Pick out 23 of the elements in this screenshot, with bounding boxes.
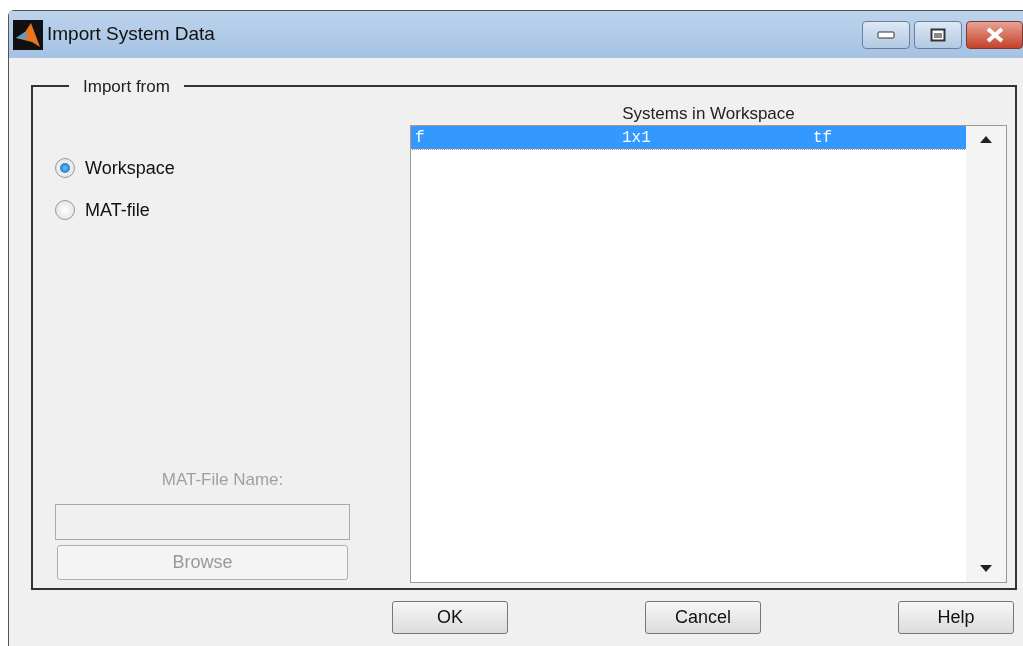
system-size: 1x1 bbox=[622, 128, 652, 149]
logo-icon bbox=[13, 19, 43, 50]
system-type: tf bbox=[813, 128, 833, 149]
window-title: Import System Data bbox=[47, 22, 215, 47]
system-name: f bbox=[415, 128, 426, 149]
scroll-up-icon[interactable] bbox=[980, 136, 992, 143]
scroll-down-icon[interactable] bbox=[980, 565, 992, 572]
maximize-icon bbox=[930, 27, 946, 42]
radio-button[interactable] bbox=[55, 158, 75, 178]
radio-button[interactable] bbox=[55, 200, 75, 220]
minimize-icon bbox=[877, 30, 895, 39]
scrollbar[interactable] bbox=[966, 126, 1006, 582]
field-label: MAT-File Name: bbox=[160, 468, 285, 491]
dialog-button[interactable]: OK bbox=[392, 601, 508, 634]
maximize-button[interactable] bbox=[914, 20, 962, 49]
dialog-button[interactable]: Cancel bbox=[645, 601, 761, 634]
close-icon bbox=[984, 26, 1005, 43]
radio-label[interactable]: Workspace bbox=[85, 154, 175, 182]
dialog-button[interactable]: Help bbox=[898, 601, 1014, 634]
list-title: Systems in Workspace bbox=[621, 103, 796, 125]
radio-label[interactable]: MAT-file bbox=[85, 196, 150, 224]
minimize-button[interactable] bbox=[862, 20, 910, 49]
close-button[interactable] bbox=[966, 20, 1023, 49]
